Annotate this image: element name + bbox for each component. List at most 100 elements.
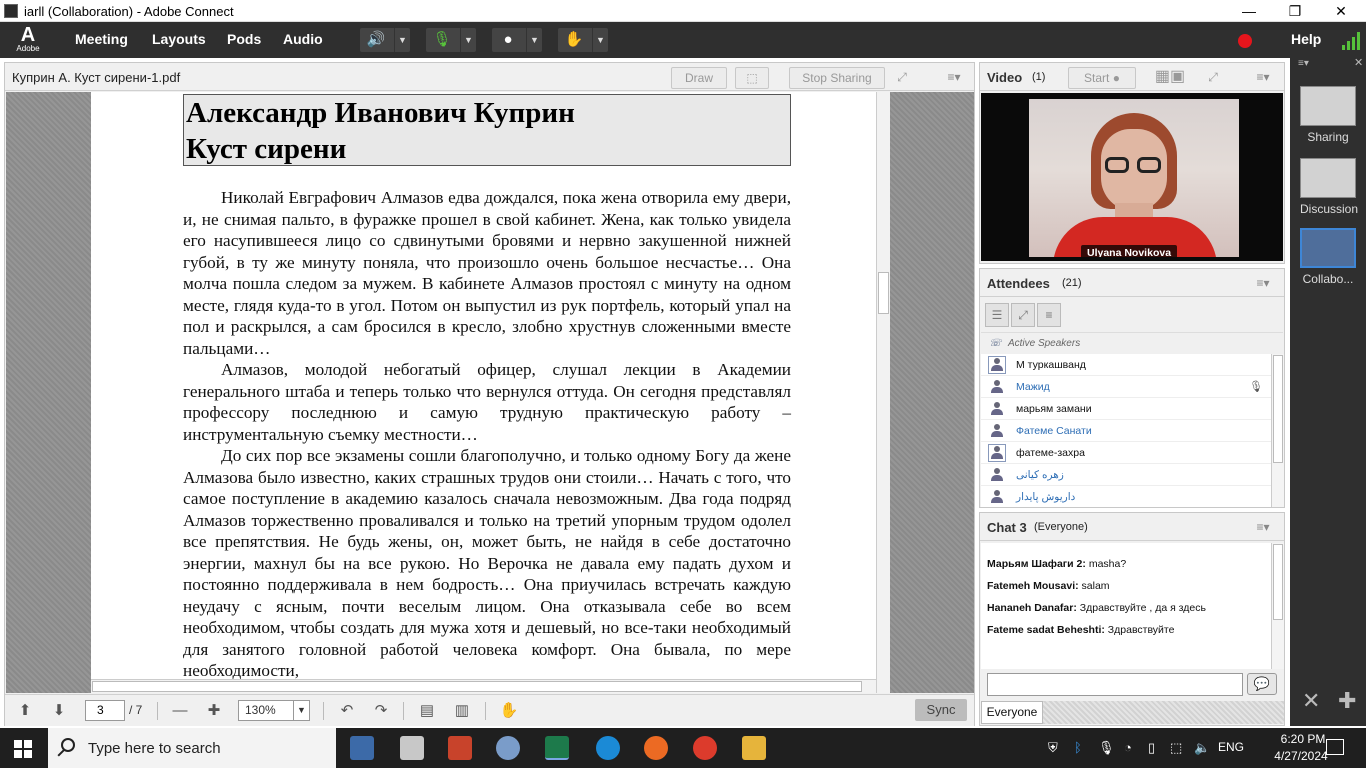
chat-tab-everyone[interactable]: Everyone xyxy=(981,701,1043,724)
zoom-in-icon[interactable]: ✚ xyxy=(202,700,226,722)
scrollbar-thumb[interactable] xyxy=(1273,544,1283,620)
battery-icon[interactable]: ▯ xyxy=(1148,740,1155,756)
rotate-left-icon[interactable]: ↶ xyxy=(335,700,359,722)
delete-layout-icon[interactable]: ✕ xyxy=(1302,688,1320,714)
bluetooth-icon[interactable]: ᛒ xyxy=(1074,740,1082,755)
chevron-down-icon[interactable]: ▼ xyxy=(592,28,608,52)
send-message-icon[interactable]: 💬 xyxy=(1247,673,1277,695)
chat-scrollbar[interactable] xyxy=(1271,543,1284,669)
menu-pods[interactable]: Pods xyxy=(227,31,261,47)
minimize-button[interactable]: — xyxy=(1226,0,1272,22)
add-layout-icon[interactable]: ✚ xyxy=(1338,688,1356,714)
two-page-icon[interactable]: ▥ xyxy=(450,700,474,722)
chevron-down-icon[interactable]: ▼ xyxy=(526,28,542,52)
attendee-row[interactable]: Фатеме Санати xyxy=(981,420,1271,442)
layout-discussion[interactable]: Discussion xyxy=(1300,158,1358,216)
app-powerpoint-icon[interactable] xyxy=(448,736,472,760)
attendee-row[interactable]: марьям замани xyxy=(981,398,1271,420)
draw-tools-icon[interactable]: ⬚ xyxy=(735,67,769,89)
attendee-row[interactable]: фатеме-захра xyxy=(981,442,1271,464)
app-file-explorer-icon[interactable] xyxy=(742,736,766,760)
chevron-down-icon[interactable]: ▼ xyxy=(293,701,309,720)
connection-signal-icon xyxy=(1342,32,1360,50)
pod-menu-icon[interactable]: ≡▾ xyxy=(1254,69,1272,85)
document-vertical-scrollbar[interactable] xyxy=(876,92,890,693)
start-webcam-button[interactable]: Start ● xyxy=(1068,67,1136,89)
clock-date[interactable]: 4/27/2024 xyxy=(1270,749,1332,763)
hand-tool-icon[interactable]: ✋ xyxy=(497,700,521,722)
document-viewer[interactable]: Александр Иванович Куприн Куст сирени Ни… xyxy=(6,92,974,693)
chevron-down-icon[interactable]: ▼ xyxy=(460,28,476,52)
restore-button[interactable]: ❐ xyxy=(1272,0,1318,22)
notification-icon[interactable] xyxy=(1326,739,1344,755)
pod-menu-icon[interactable]: ≡▾ xyxy=(1254,275,1272,291)
webcam-feed[interactable]: Ulyana Novikova xyxy=(1029,99,1239,257)
list-view-icon[interactable]: ☰ xyxy=(985,303,1009,327)
menu-meeting[interactable]: Meeting xyxy=(75,31,128,47)
fullscreen-icon[interactable]: ⤢ xyxy=(1202,67,1224,89)
pod-menu-icon[interactable]: ≡▾ xyxy=(945,69,963,85)
document-body: Николай Евграфович Алмазов едва дождался… xyxy=(183,187,791,682)
scrollbar-thumb[interactable] xyxy=(92,681,862,692)
app-edge-icon[interactable] xyxy=(596,736,620,760)
layout-sharing[interactable]: Sharing xyxy=(1300,86,1356,144)
input-language[interactable]: ENG xyxy=(1218,740,1244,754)
record-indicator-icon[interactable] xyxy=(1238,34,1252,48)
menu-audio[interactable]: Audio xyxy=(283,31,323,47)
chat-message: Fateme sadat Beheshti: Здравствуйте xyxy=(987,624,1174,636)
network-icon[interactable]: ⬚ xyxy=(1170,740,1182,756)
security-icon[interactable]: ⛨ xyxy=(1048,740,1058,756)
video-layout-icon[interactable]: ▦▣ xyxy=(1146,67,1194,89)
zoom-out-icon[interactable]: — xyxy=(168,700,192,722)
app-calculator-icon[interactable] xyxy=(400,736,424,760)
menu-help[interactable]: Help xyxy=(1291,31,1321,47)
zoom-select[interactable]: 130% ▼ xyxy=(238,700,310,721)
speaker-toggle-button[interactable]: 🔊 ▼ xyxy=(360,28,410,52)
fullscreen-icon[interactable]: ⤢ xyxy=(891,67,913,89)
rail-menu-icon[interactable]: ≡▾ xyxy=(1298,58,1309,69)
volume-icon[interactable]: 🔈 xyxy=(1194,740,1210,756)
scrollbar-thumb[interactable] xyxy=(878,272,889,314)
attendee-row[interactable]: M туркашванд xyxy=(981,354,1271,376)
layouts-rail: ≡▾ ✕ Sharing Discussion Collabo... ✕ ✚ xyxy=(1290,56,1366,726)
scrollbar-thumb[interactable] xyxy=(1273,355,1283,463)
rotate-right-icon[interactable]: ↷ xyxy=(369,700,393,722)
attendee-name: زهره کیانی xyxy=(1016,469,1064,481)
close-window-button[interactable]: ✕ xyxy=(1318,0,1364,22)
clock-time[interactable]: 6:20 PM xyxy=(1276,732,1330,746)
app-firefox-icon[interactable] xyxy=(644,736,668,760)
windows-start-icon[interactable] xyxy=(14,740,32,758)
draw-button[interactable]: Draw xyxy=(671,67,727,89)
raise-hand-button[interactable]: ✋ ▼ xyxy=(558,28,608,52)
sync-button[interactable]: Sync xyxy=(915,699,967,721)
active-speakers-bar: ☏ Active Speakers xyxy=(981,332,1283,353)
attendee-scrollbar[interactable] xyxy=(1271,354,1284,507)
wifi-icon[interactable]: ◔ xyxy=(1124,740,1132,755)
webcam-toggle-button[interactable]: ● ▼ xyxy=(492,28,542,52)
attendee-row[interactable]: Мажид 🎙 xyxy=(981,376,1271,398)
pod-menu-icon[interactable]: ≡▾ xyxy=(1254,519,1272,535)
microphone-icon[interactable]: 🎙 xyxy=(1098,740,1115,756)
stop-sharing-button[interactable]: Stop Sharing xyxy=(789,67,885,89)
menu-layouts[interactable]: Layouts xyxy=(152,31,206,47)
attendee-row[interactable]: داریوش پایدار xyxy=(981,486,1271,507)
app-paint-icon[interactable] xyxy=(496,736,520,760)
chat-input[interactable] xyxy=(987,673,1243,696)
previous-page-icon[interactable]: ⬆ xyxy=(13,700,37,722)
attendee-row[interactable]: زهره کیانی xyxy=(981,464,1271,486)
app-adobe-connect-icon[interactable] xyxy=(545,736,569,760)
taskbar-search-box[interactable]: Type here to search xyxy=(48,728,336,768)
search-placeholder: Type here to search xyxy=(88,740,221,757)
microphone-toggle-button[interactable]: 🎙 ▼ xyxy=(426,28,476,52)
expand-view-icon[interactable]: ⤢ xyxy=(1011,303,1035,327)
app-computer-icon[interactable] xyxy=(350,736,374,760)
single-page-icon[interactable]: ▤ xyxy=(415,700,439,722)
chevron-down-icon[interactable]: ▼ xyxy=(394,28,410,52)
app-chrome-icon[interactable] xyxy=(693,736,717,760)
document-horizontal-scrollbar[interactable] xyxy=(91,679,876,693)
close-icon[interactable]: ✕ xyxy=(1354,56,1363,69)
page-number-input[interactable]: 3 xyxy=(85,700,125,721)
status-view-icon[interactable]: ≡ xyxy=(1037,303,1061,327)
layout-collaboration[interactable]: Collabo... xyxy=(1300,228,1356,286)
next-page-icon[interactable]: ⬇ xyxy=(47,700,71,722)
